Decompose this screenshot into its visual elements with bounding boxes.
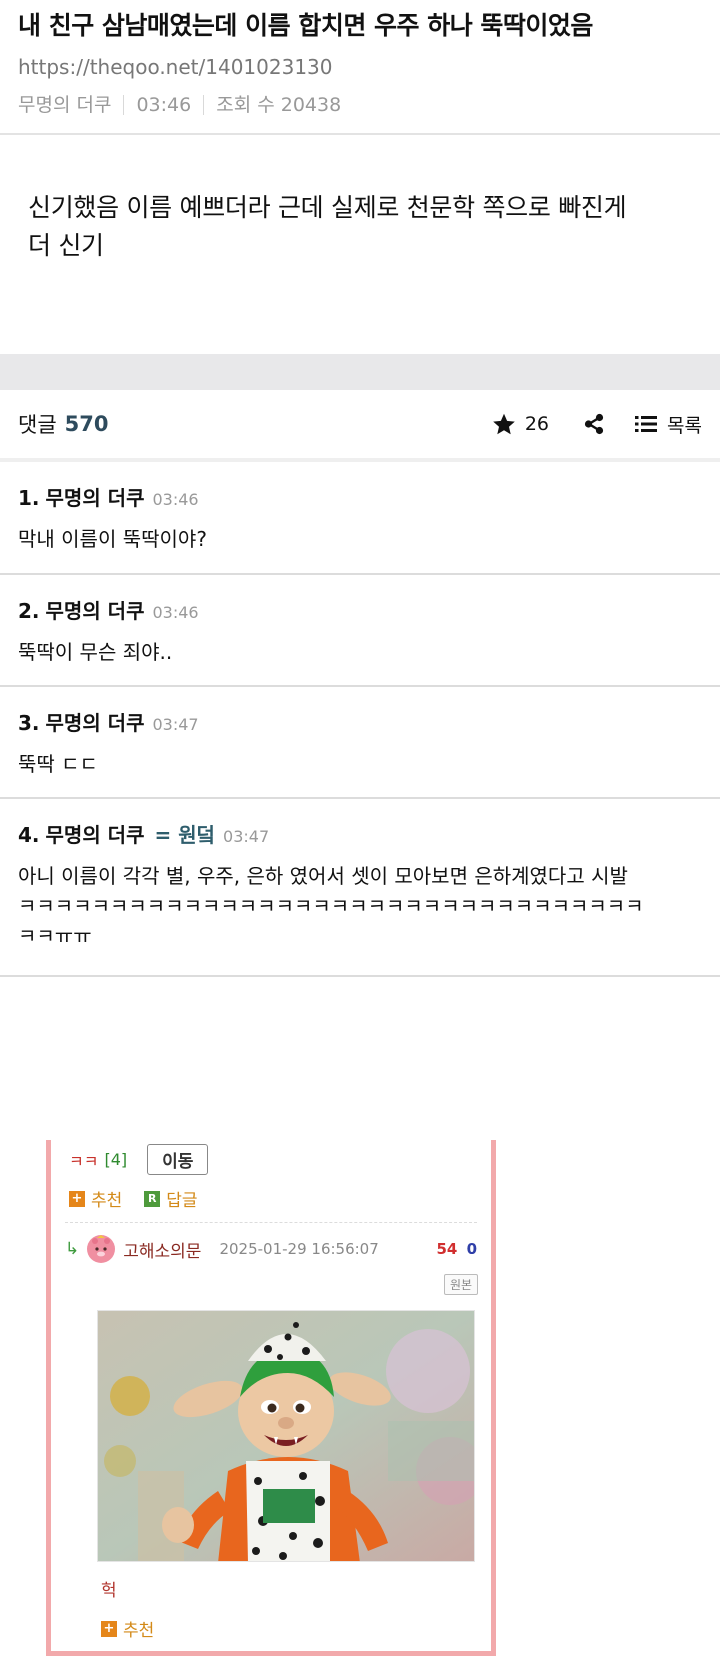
embed-recommend-label: 추천	[91, 1191, 123, 1211]
embed-kk-label: ㅋㅋ	[69, 1151, 99, 1171]
comment-toolbar: 댓글 570 26 목록	[0, 390, 720, 462]
share-button[interactable]	[583, 413, 605, 435]
post-meta: 무명의 더쿠 03:46 조회 수 20438	[18, 92, 702, 118]
embed-votes: 54 0	[436, 1240, 477, 1258]
embed-recommend-label: 추천	[123, 1621, 155, 1641]
star-button[interactable]: 26	[492, 413, 549, 436]
comment-time: 03:47	[152, 715, 199, 734]
comment-time: 03:46	[152, 490, 199, 509]
comment-header: 1. 무명의 더쿠 03:46	[18, 484, 702, 514]
embed-recommend-button[interactable]: + 추천	[69, 1186, 122, 1211]
embed-original-button[interactable]: 원본	[444, 1274, 479, 1295]
toolbar-actions: 26 목록	[492, 411, 702, 438]
list-label: 목록	[667, 414, 702, 437]
reply-arrow-icon: ↳	[65, 1239, 80, 1259]
post-content: 신기했음 이름 예쁘더라 근데 실제로 천문학 쪽으로 빠진게 더 신기	[0, 137, 720, 354]
comment-text: 뚝딱 ㄷㄷ	[18, 752, 98, 776]
comment-text-line: ㅋㅋㅠㅠ	[18, 924, 92, 948]
comment-time: 03:47	[223, 827, 270, 846]
comment-number: 1.	[18, 486, 40, 510]
list-icon	[635, 416, 658, 432]
comment-header: 4. 무명의 더쿠 = 원덬 03:47	[18, 821, 702, 851]
embed-recommend-button[interactable]: + 추천	[101, 1616, 154, 1641]
plus-icon: +	[69, 1190, 85, 1207]
comment-number: 2.	[18, 599, 40, 623]
comment-item: 1. 무명의 더쿠 03:46 막내 이름이 뚝딱이야?	[0, 462, 720, 575]
post-title: 내 친구 삼남매였는데 이름 합치면 우주 하나 뚝딱이었음	[18, 11, 593, 40]
embed-reply-label: 답글	[166, 1191, 198, 1211]
embed-username[interactable]: 고해소의문	[123, 1237, 201, 1262]
reply-icon: R	[144, 1190, 161, 1207]
embed-reaction-row: ㅋㅋ [4] 이동	[69, 1144, 209, 1175]
post-body-line: 신기했음 이름 예쁘더라 근데 실제로 천문학 쪽으로 빠진게	[28, 193, 627, 222]
embed-divider	[65, 1222, 477, 1223]
post-header: 내 친구 삼남매였는데 이름 합치면 우주 하나 뚝딱이었음 https://t…	[0, 0, 720, 135]
comment-item: 3. 무명의 더쿠 03:47 뚝딱 ㄷㄷ	[0, 687, 720, 799]
embed-date: 2025-01-29 16:56:07	[219, 1240, 379, 1258]
comment-item: 2. 무명의 더쿠 03:46 뚝딱이 무슨 죄야..	[0, 575, 720, 687]
comments-header: 댓글 570	[18, 409, 108, 439]
comment-number: 3.	[18, 711, 40, 735]
puppet-photo	[97, 1310, 475, 1562]
post-author[interactable]: 무명의 더쿠	[18, 92, 111, 118]
comments-label: 댓글	[18, 413, 57, 437]
star-icon	[493, 413, 515, 434]
list-button[interactable]: 목록	[635, 411, 702, 438]
comment-text: 막내 이름이 뚝딱이야?	[18, 527, 207, 551]
comment-text: 아니 이름이 각각 별, 우주, 은하 였어서 셋이 모아보면 은하계였다고 시…	[18, 861, 702, 951]
post-body: 신기했음 이름 예쁘더라 근데 실제로 천문학 쪽으로 빠진게 더 신기	[28, 189, 692, 265]
star-count: 26	[524, 413, 550, 435]
comment-author[interactable]: 무명의 더쿠	[46, 484, 145, 512]
post-url[interactable]: https://theqoo.net/1401023130	[18, 54, 702, 80]
embed-recommend-row: + 추천	[101, 1616, 176, 1641]
embedded-screenshot: ㅋㅋ [4] 이동 + 추천 R 답글 ↳ 고해소의문 2025-01-29 1…	[46, 1140, 496, 1656]
embed-move-button[interactable]: 이동	[147, 1144, 209, 1175]
section-divider	[0, 354, 720, 390]
comment-time: 03:46	[152, 603, 199, 622]
comment-author-tag: = 원덬	[154, 823, 216, 847]
comment-text: 뚝딱이 무슨 죄야..	[18, 640, 173, 664]
embed-caption: 헉	[101, 1581, 117, 1601]
embed-downvotes: 0	[466, 1240, 477, 1258]
meta-divider	[203, 95, 205, 115]
post-time: 03:46	[136, 94, 192, 116]
comment-item: 4. 무명의 더쿠 = 원덬 03:47 아니 이름이 각각 별, 우주, 은하…	[0, 799, 720, 977]
comment-header: 2. 무명의 더쿠 03:46	[18, 597, 702, 627]
embed-upvotes: 54	[436, 1240, 458, 1258]
embed-action-row: + 추천 R 답글	[69, 1186, 220, 1211]
plus-icon: +	[101, 1620, 117, 1637]
comment-author[interactable]: 무명의 더쿠	[46, 709, 145, 737]
comment-text-line: 아니 이름이 각각 별, 우주, 은하 였어서 셋이 모아보면 은하계였다고 시…	[18, 864, 628, 888]
comment-number: 4.	[18, 823, 40, 847]
comment-header: 3. 무명의 더쿠 03:47	[18, 709, 702, 739]
share-icon	[584, 413, 604, 435]
comments-count: 570	[64, 412, 109, 436]
post-views: 조회 수 20438	[216, 94, 342, 116]
avatar	[87, 1235, 116, 1263]
post-body-line: 더 신기	[28, 231, 104, 260]
comment-author[interactable]: 무명의 더쿠	[46, 597, 145, 625]
embed-reply-button[interactable]: R 답글	[144, 1186, 198, 1211]
meta-divider	[123, 95, 125, 115]
embed-reply-meta: ↳ 고해소의문 2025-01-29 16:56:07 54 0	[65, 1232, 477, 1266]
embed-kk-count: [4]	[104, 1150, 128, 1169]
comment-text-line: ㅋㅋㅋㅋㅋㅋㅋㅋㅋㅋㅋㅋㅋㅋㅋㅋㅋㅋㅋㅋㅋㅋㅋㅋㅋㅋㅋㅋㅋㅋㅋㅋㅋㅋ	[18, 894, 644, 918]
comment-author[interactable]: 무명의 더쿠	[46, 821, 145, 849]
